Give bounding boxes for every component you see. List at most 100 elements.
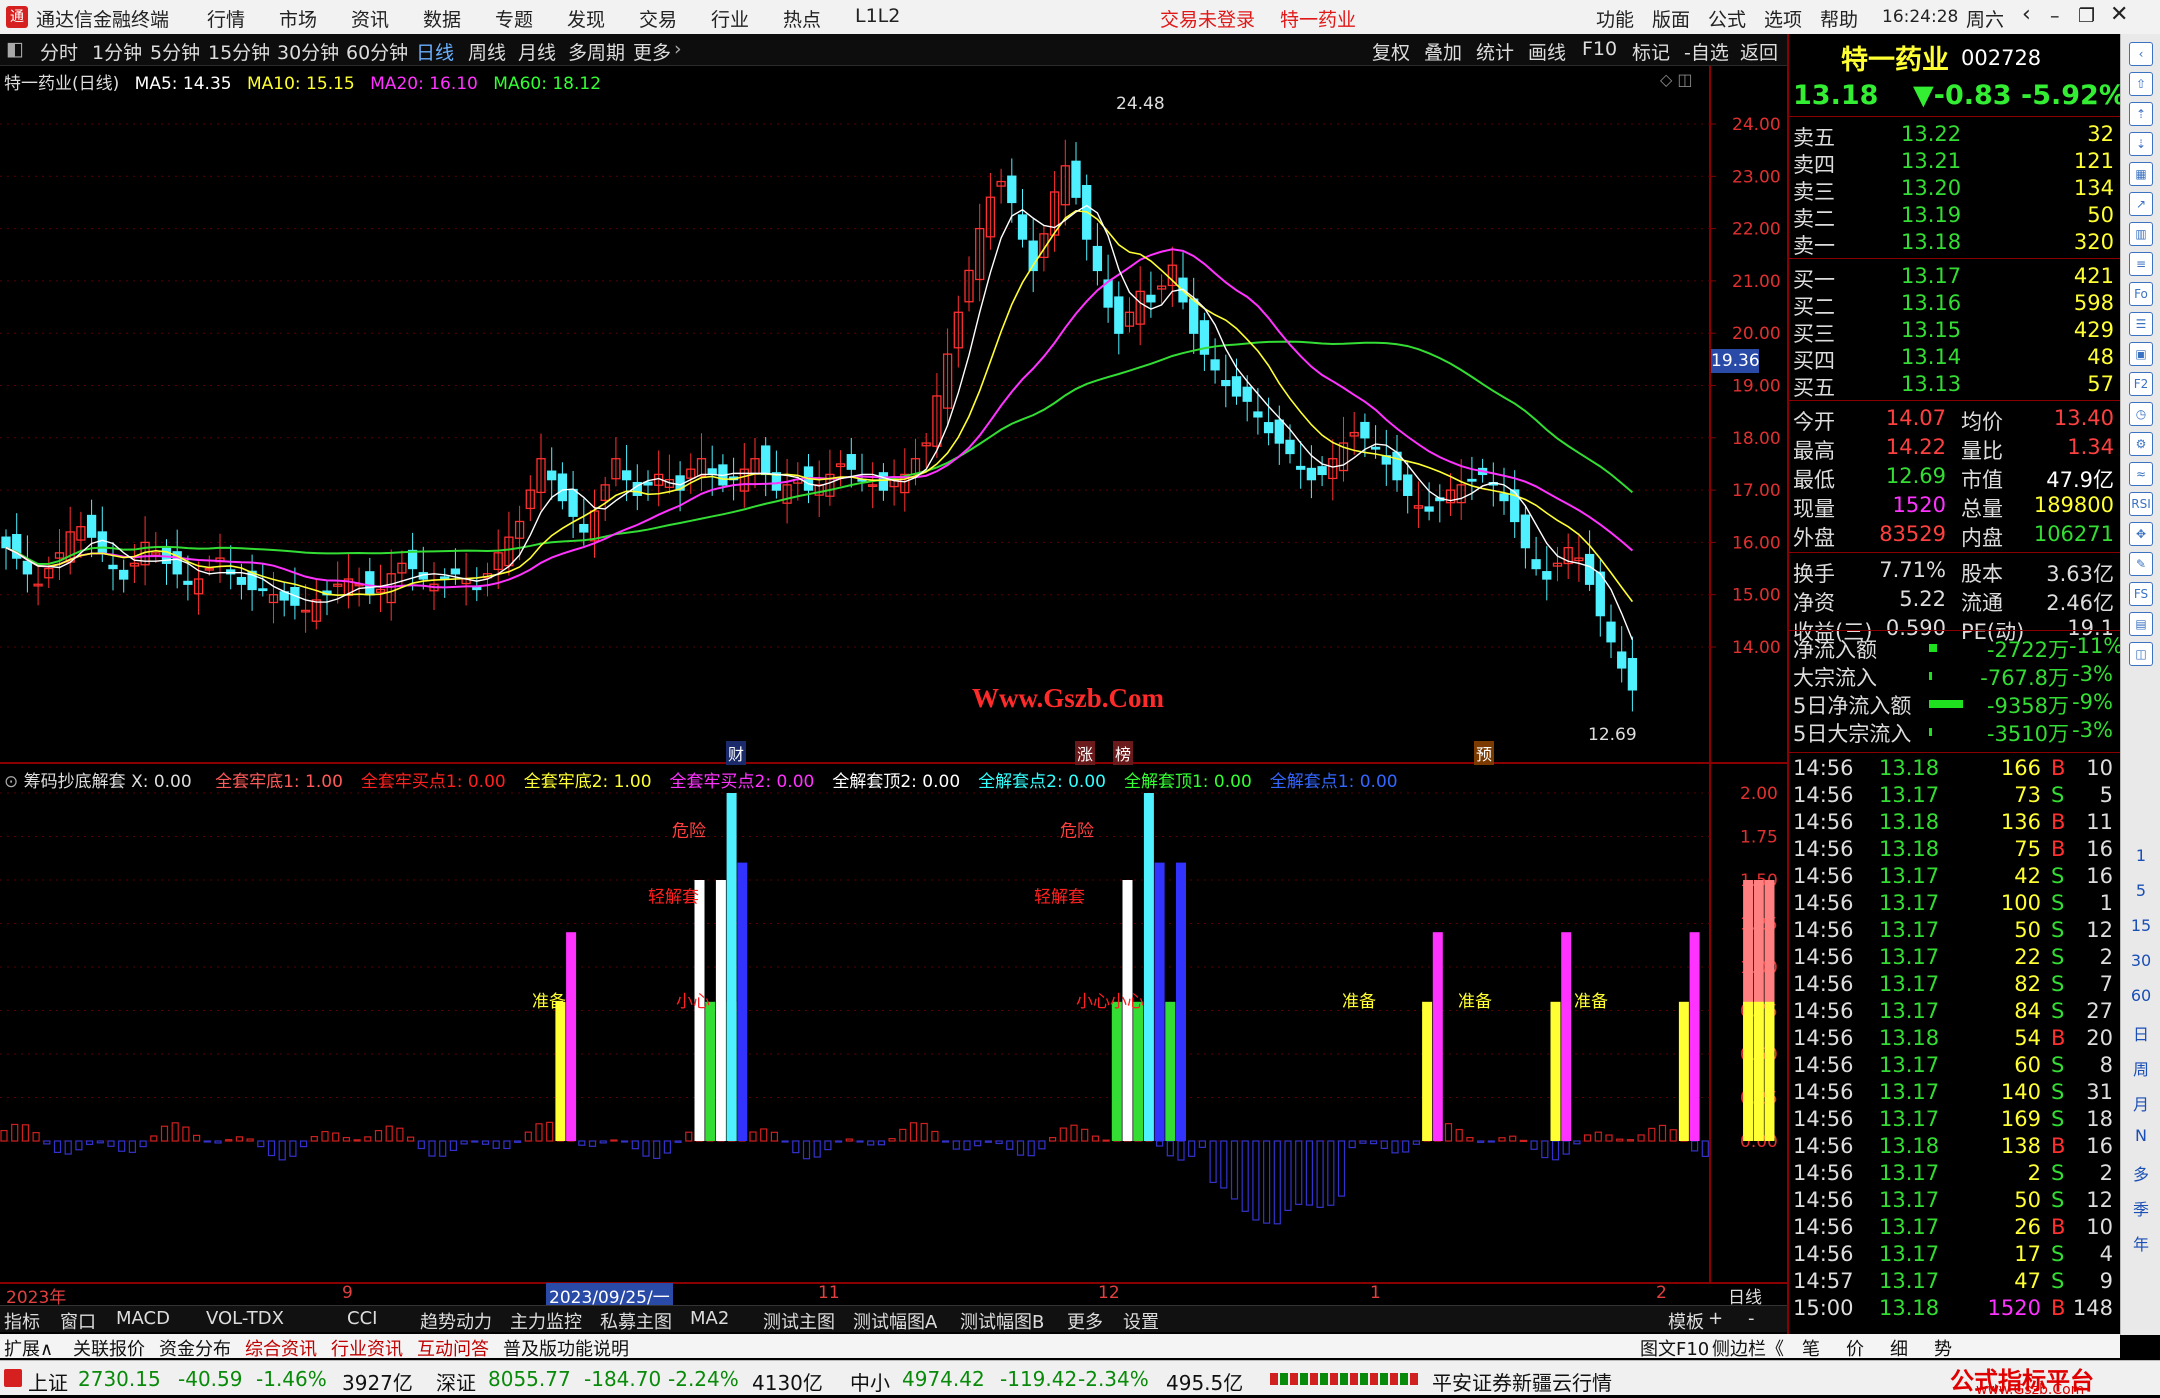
back-icon[interactable]: ‹ [2129,42,2153,66]
period-shortcut-7[interactable]: 月 [2121,1091,2160,1115]
extension-right-tab-5[interactable]: 势 [1934,1335,1952,1361]
event-tag-limitup[interactable]: 涨 [1075,741,1096,765]
event-tag-forecast[interactable]: 预 [1474,741,1495,765]
tool-huaxian[interactable]: 画线 [1528,38,1566,65]
menu-xuanxiang[interactable]: 选项 [1764,5,1802,32]
indicator-tab-11[interactable]: 测试幅图B [960,1308,1044,1334]
window-icon[interactable]: ◫ [2129,642,2153,666]
period-shortcut-1[interactable]: 5 [2121,881,2160,900]
indicator-name[interactable]: 筹码抄底解套 [24,772,126,792]
tool-biaoji[interactable]: 标记 [1632,38,1670,65]
period-shortcut-2[interactable]: 15 [2121,916,2160,935]
period-shortcut-0[interactable]: 1 [2121,846,2160,865]
chart-icon[interactable]: ↗ [2129,192,2153,216]
f10-icon[interactable]: Fo [2129,282,2153,306]
menu-gongshi[interactable]: 公式 [1708,5,1746,32]
clock-icon[interactable]: ◷ [2129,402,2153,426]
tab-period-60min[interactable]: 60分钟 [346,38,408,65]
extension-tab-2[interactable]: 资金分布 [159,1335,231,1361]
news-icon[interactable]: ☰ [2129,312,2153,336]
indicator-tab-10[interactable]: 测试幅图A [853,1308,937,1334]
menu-shuju[interactable]: 数据 [423,5,461,32]
tab-period-5min[interactable]: 5分钟 [150,38,200,65]
back-arrow-icon[interactable]: ‹ [2022,2,2031,27]
tool-zixuan[interactable]: -自选 [1684,38,1729,65]
extension-right-tab-4[interactable]: 细 [1890,1335,1908,1361]
rsi-icon[interactable]: ≈ [2129,462,2153,486]
tab-period-month[interactable]: 月线 [518,38,556,65]
up-icon[interactable]: ⇧ [2129,72,2153,96]
calendar-icon[interactable]: ▣ [2129,342,2153,366]
tab-period-1min[interactable]: 1分钟 [92,38,142,65]
move-icon[interactable]: ✥ [2129,522,2153,546]
menu-jiaoyi[interactable]: 交易 [639,5,677,32]
tab-period-week[interactable]: 周线 [468,38,506,65]
period-shortcut-5[interactable]: 日 [2121,1021,2160,1045]
extension-tab-0[interactable]: 扩展∧ [4,1335,53,1361]
bar-icon[interactable]: ▥ [2129,222,2153,246]
period-shortcut-11[interactable]: 年 [2121,1231,2160,1255]
indicator-tab-7[interactable]: 私募主图 [600,1308,672,1334]
period-shortcut-3[interactable]: 30 [2121,951,2160,970]
indicator-tab-5[interactable]: 趋势动力 [420,1308,492,1334]
indicator-tab-8[interactable]: MA2 [690,1308,729,1329]
tab-period-fenshi[interactable]: 分时 [40,38,78,65]
menu-zhuanti[interactable]: 专题 [495,5,533,32]
tab-period-more[interactable]: 更多 [633,38,671,65]
menu-banmian[interactable]: 版面 [1652,5,1690,32]
extension-tab-1[interactable]: 关联报价 [73,1335,145,1361]
tool-fuquan[interactable]: 复权 [1372,38,1410,65]
indicator-tab-0[interactable]: 指标 [4,1308,40,1334]
index-sh-name[interactable]: 上证 [28,1367,68,1396]
period-shortcut-9[interactable]: 多 [2121,1161,2160,1185]
kdj-icon[interactable]: RSI [2129,492,2153,516]
event-tag-finance[interactable]: 财 [726,741,747,765]
menu-bangzhu[interactable]: 帮助 [1820,5,1858,32]
tool-diejia[interactable]: 叠加 [1424,38,1462,65]
indicator-tab-2[interactable]: MACD [116,1308,170,1329]
down-page-icon[interactable]: ⇣ [2129,132,2153,156]
period-shortcut-4[interactable]: 60 [2121,986,2160,1005]
extension-right-tab-3[interactable]: 价 [1846,1335,1864,1361]
extension-right-tab-0[interactable]: 图文F10 [1640,1335,1709,1361]
sidebar-toggle-icon[interactable]: ◧ [6,38,24,60]
pen-icon[interactable]: ✎ [2129,552,2153,576]
login-status[interactable]: 交易未登录 [1160,5,1255,32]
tab-right-2[interactable]: - [1748,1308,1755,1329]
indicator-tab-6[interactable]: 主力监控 [510,1308,582,1334]
extension-right-tab-1[interactable]: 侧边栏《 [1712,1335,1784,1361]
menu-faxian[interactable]: 发现 [567,5,605,32]
extension-tab-3[interactable]: 综合资讯 [245,1335,317,1361]
extension-tab-4[interactable]: 行业资讯 [331,1335,403,1361]
tab-period-day[interactable]: 日线 [416,38,454,65]
extension-tab-5[interactable]: 互动问答 [417,1335,489,1361]
f2-icon[interactable]: F2 [2129,372,2153,396]
tab-right-1[interactable]: + [1708,1308,1723,1329]
grid-icon[interactable]: ▦ [2129,162,2153,186]
period-shortcut-6[interactable]: 周 [2121,1056,2160,1080]
index-zx-name[interactable]: 中小 [850,1367,890,1396]
period-shortcut-8[interactable]: N [2121,1126,2160,1145]
indicator-tab-4[interactable]: CCI [347,1308,377,1329]
menu-redian[interactable]: 热点 [783,5,821,32]
indicator-tab-1[interactable]: 窗口 [60,1308,96,1334]
collapse-icon[interactable]: ⊙ [4,772,18,792]
fs-icon[interactable]: FS [2129,582,2153,606]
period-shortcut-10[interactable]: 季 [2121,1196,2160,1220]
extension-right-tab-2[interactable]: 笔 [1802,1335,1820,1361]
indicator-tab-12[interactable]: 更多 [1067,1308,1103,1334]
menu-gongneng[interactable]: 功能 [1596,5,1634,32]
indicator-tab-13[interactable]: 设置 [1123,1308,1159,1334]
list-icon[interactable]: ≡ [2129,252,2153,276]
tab-period-15min[interactable]: 15分钟 [208,38,270,65]
menu-l1l2[interactable]: L1L2 [855,5,900,27]
broker-name[interactable]: 平安证券新疆云行情 [1432,1367,1612,1396]
tool-fanhui[interactable]: 返回 [1740,38,1778,65]
chevron-right-icon[interactable]: › [674,38,682,60]
close-icon[interactable]: ✕ [2110,2,2128,27]
table-icon[interactable]: ▤ [2129,612,2153,636]
tab-period-30min[interactable]: 30分钟 [277,38,339,65]
maximize-icon[interactable]: ❐ [2078,5,2095,27]
tool-f10[interactable]: F10 [1582,38,1617,60]
tool-tongji[interactable]: 统计 [1476,38,1514,65]
